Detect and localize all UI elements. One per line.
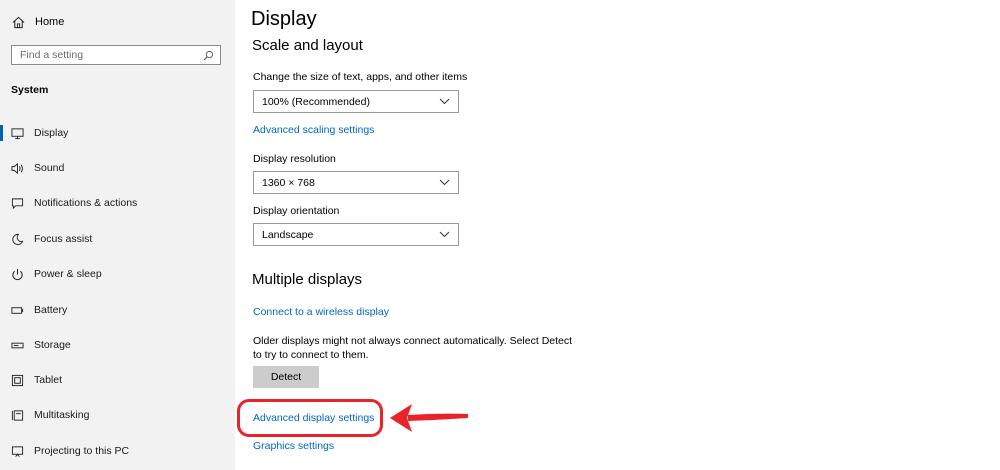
multitasking-icon	[11, 409, 24, 421]
chevron-down-icon	[439, 98, 450, 105]
chevron-down-icon	[439, 231, 450, 238]
search-placeholder: Find a setting	[20, 49, 84, 61]
scale-value: 100% (Recommended)	[262, 95, 370, 108]
annotation-highlight	[237, 399, 383, 437]
search-input[interactable]: Find a setting	[11, 45, 221, 65]
sidebar-item-battery[interactable]: Battery	[0, 295, 235, 325]
annotation-arrow-icon	[390, 404, 468, 432]
sidebar-item-projecting[interactable]: Projecting to this PC	[0, 436, 235, 466]
storage-icon	[11, 342, 24, 348]
sidebar-item-sound[interactable]: Sound	[0, 153, 235, 183]
home-link[interactable]: Home	[12, 13, 64, 31]
sidebar-item-label: Focus assist	[34, 233, 93, 245]
active-indicator	[0, 125, 3, 141]
sidebar-item-label: Projecting to this PC	[34, 445, 130, 457]
sidebar-item-label: Storage	[34, 339, 71, 351]
sidebar-item-label: Notifications & actions	[34, 197, 138, 209]
chevron-down-icon	[439, 179, 450, 186]
notification-icon	[11, 197, 24, 209]
scale-label: Change the size of text, apps, and other…	[253, 71, 468, 83]
sidebar-item-label: Power & sleep	[34, 268, 102, 280]
speaker-icon	[11, 162, 23, 174]
sidebar-item-tablet[interactable]: Tablet	[0, 365, 235, 395]
page-title: Display	[251, 8, 317, 30]
tablet-icon	[11, 374, 24, 386]
orientation-label: Display orientation	[253, 205, 340, 217]
orientation-value: Landscape	[262, 228, 314, 241]
sidebar-item-label: Multitasking	[34, 409, 90, 421]
detect-description: Older displays might not always connect …	[253, 335, 573, 361]
resolution-label: Display resolution	[253, 153, 336, 165]
home-label: Home	[35, 16, 65, 28]
sidebar-item-multitasking[interactable]: Multitasking	[0, 400, 235, 430]
sidebar-item-power-sleep[interactable]: Power & sleep	[0, 259, 235, 289]
section-title-system: System	[11, 84, 49, 96]
advanced-scaling-link[interactable]: Advanced scaling settings	[253, 124, 374, 136]
settings-sidebar: Home Find a setting System Display Sound…	[0, 0, 235, 470]
wireless-display-link[interactable]: Connect to a wireless display	[253, 306, 389, 318]
sidebar-item-notifications[interactable]: Notifications & actions	[0, 188, 235, 218]
sidebar-item-label: Battery	[34, 304, 68, 316]
graphics-settings-link[interactable]: Graphics settings	[253, 440, 334, 452]
sidebar-item-label: Tablet	[34, 374, 63, 386]
detect-button[interactable]: Detect	[253, 366, 319, 388]
scale-dropdown[interactable]: 100% (Recommended)	[253, 90, 459, 113]
search-icon[interactable]	[203, 50, 214, 61]
sidebar-item-display[interactable]: Display	[0, 118, 235, 148]
scale-heading: Scale and layout	[252, 37, 363, 54]
sidebar-item-label: Display	[34, 127, 69, 139]
moon-icon	[12, 233, 24, 245]
home-icon	[12, 16, 25, 28]
monitor-icon	[11, 127, 24, 139]
battery-icon	[11, 306, 24, 314]
multiple-displays-heading: Multiple displays	[252, 271, 363, 288]
sidebar-item-label: Sound	[34, 162, 65, 174]
resolution-dropdown[interactable]: 1360 × 768	[253, 171, 459, 194]
sidebar-item-focus-assist[interactable]: Focus assist	[0, 224, 235, 254]
projector-icon	[11, 445, 24, 457]
sidebar-item-storage[interactable]: Storage	[0, 330, 235, 360]
resolution-value: 1360 × 768	[262, 176, 315, 189]
orientation-dropdown[interactable]: Landscape	[253, 223, 459, 246]
power-icon	[12, 268, 23, 280]
